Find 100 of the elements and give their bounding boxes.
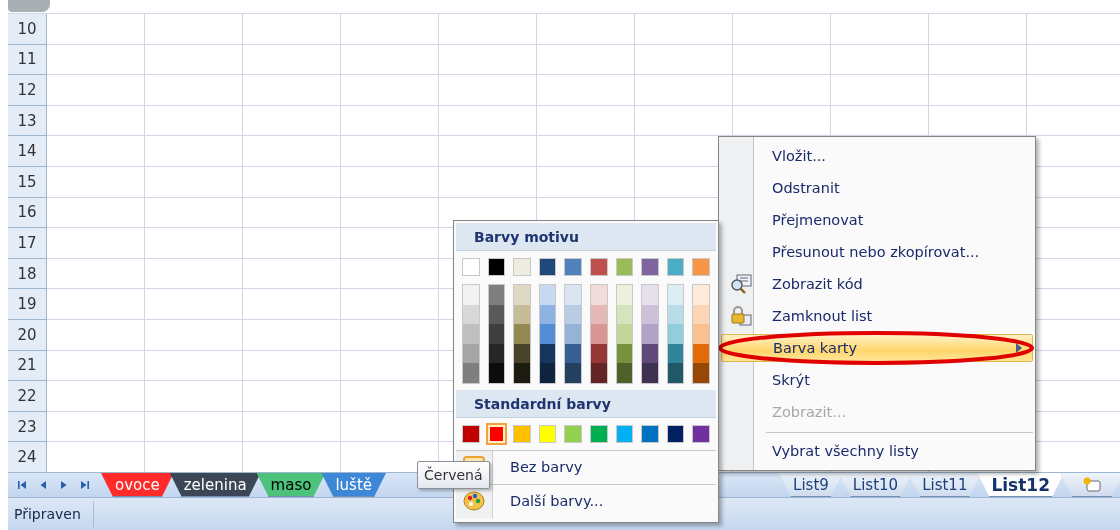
menu-item[interactable]: Zobrazit kód (721, 270, 1033, 298)
row-header[interactable]: 17 (8, 228, 47, 259)
color-swatch[interactable] (539, 324, 556, 344)
color-swatch[interactable] (488, 324, 505, 344)
row-header[interactable]: 10 (8, 14, 47, 45)
color-swatch[interactable] (590, 285, 607, 305)
color-swatch[interactable] (641, 258, 659, 276)
select-all-corner[interactable] (8, 0, 50, 12)
color-swatch[interactable] (667, 343, 684, 363)
color-swatch[interactable] (693, 363, 709, 383)
color-swatch[interactable] (667, 285, 684, 305)
color-swatch[interactable] (615, 424, 634, 443)
status-text: Připraven (8, 501, 94, 527)
color-swatch[interactable] (590, 343, 607, 363)
color-swatch[interactable] (565, 285, 581, 305)
menu-item[interactable]: Vybrat všechny listy (721, 430, 1033, 465)
color-swatch[interactable] (590, 304, 607, 324)
color-swatch[interactable] (693, 324, 709, 344)
color-swatch[interactable] (514, 363, 530, 383)
color-swatch[interactable] (564, 258, 582, 276)
row-header[interactable]: 22 (8, 381, 47, 412)
color-swatch[interactable] (514, 324, 530, 344)
color-swatch[interactable] (616, 324, 633, 344)
color-swatch[interactable] (641, 424, 659, 443)
color-swatch[interactable] (616, 285, 633, 305)
color-swatch[interactable] (616, 363, 633, 383)
color-swatch[interactable] (514, 285, 530, 305)
color-swatch[interactable] (539, 363, 556, 383)
sheet-tab[interactable]: List12 (977, 473, 1064, 497)
sheet-tab[interactable]: ovoce (101, 473, 174, 497)
row-header[interactable]: 14 (8, 136, 47, 167)
color-swatch[interactable] (463, 324, 479, 344)
color-swatch[interactable] (488, 285, 505, 305)
padlock-icon (730, 306, 752, 326)
menu-item[interactable]: Přejmenovat (721, 206, 1033, 234)
menu-item[interactable]: Odstranit (721, 174, 1033, 202)
color-swatch[interactable] (667, 304, 684, 324)
color-swatch[interactable] (642, 285, 658, 305)
menu-item[interactable]: Vložit... (721, 142, 1033, 170)
color-swatch[interactable] (565, 324, 581, 344)
color-swatch[interactable] (590, 324, 607, 344)
color-swatch[interactable] (462, 258, 480, 276)
color-swatch[interactable] (666, 258, 685, 276)
color-swatch[interactable] (666, 424, 685, 443)
color-swatch[interactable] (642, 363, 658, 383)
row-header[interactable]: 11 (8, 44, 47, 76)
submenu-arrow-icon (1016, 343, 1022, 353)
color-swatch[interactable] (463, 285, 479, 305)
magnifier-icon (730, 274, 752, 294)
row-header[interactable]: 13 (8, 105, 47, 137)
color-swatch[interactable] (538, 424, 557, 443)
row-header[interactable]: 12 (8, 75, 47, 106)
color-swatch[interactable] (667, 324, 684, 344)
color-swatch[interactable] (539, 304, 556, 324)
tooltip: Červená (417, 461, 490, 489)
section-heading: Barvy motivu (456, 223, 716, 251)
menu-item[interactable]: Přesunout nebo zkopírovat... (721, 238, 1033, 266)
last-sheet-icon[interactable] (79, 479, 91, 491)
row-header[interactable]: 24 (8, 442, 47, 473)
row-header[interactable]: 16 (8, 197, 47, 229)
color-swatch[interactable] (487, 258, 506, 276)
row-header[interactable]: 18 (8, 258, 47, 290)
color-swatch[interactable] (667, 363, 684, 383)
menu-item[interactable]: Skrýt (721, 366, 1033, 394)
color-swatch[interactable] (539, 343, 556, 363)
row-header[interactable]: 19 (8, 289, 47, 320)
color-swatch[interactable] (590, 424, 608, 443)
color-swatch[interactable] (615, 258, 634, 276)
sheet-tab[interactable]: luště (321, 473, 386, 497)
row-header[interactable]: 23 (8, 411, 47, 443)
sheet-tab[interactable]: zelenina (169, 473, 261, 497)
color-swatch[interactable] (538, 258, 557, 276)
sheet-tab[interactable]: List9 (779, 473, 843, 497)
color-swatch[interactable] (462, 424, 480, 443)
sheet-tab[interactable]: List11 (908, 473, 982, 497)
new-sheet-tab[interactable] (1060, 473, 1120, 497)
color-swatch[interactable] (692, 424, 710, 443)
color-swatch[interactable] (565, 363, 581, 383)
color-swatch[interactable] (488, 343, 505, 363)
first-sheet-icon[interactable] (16, 479, 28, 491)
color-swatch[interactable] (693, 285, 709, 305)
menu-item[interactable]: Zamknout list (721, 302, 1033, 330)
color-swatch[interactable] (539, 285, 556, 305)
color-swatch[interactable] (692, 258, 710, 276)
color-swatch[interactable] (463, 363, 479, 383)
color-swatch[interactable] (589, 258, 608, 276)
color-swatch[interactable] (564, 424, 582, 443)
color-swatch[interactable] (513, 424, 531, 443)
color-swatch[interactable] (488, 304, 505, 324)
section-heading: Standardní barvy (456, 389, 716, 418)
color-swatch[interactable] (616, 343, 633, 363)
new-sheet-icon (1082, 476, 1102, 493)
color-swatch[interactable] (590, 363, 607, 383)
row-header[interactable]: 20 (8, 319, 47, 351)
row-header[interactable]: 15 (8, 166, 47, 198)
color-swatch[interactable] (488, 363, 505, 383)
color-swatch[interactable] (616, 304, 633, 324)
color-swatch[interactable] (642, 324, 658, 344)
row-header[interactable]: 21 (8, 350, 47, 382)
color-swatch[interactable] (513, 258, 531, 276)
